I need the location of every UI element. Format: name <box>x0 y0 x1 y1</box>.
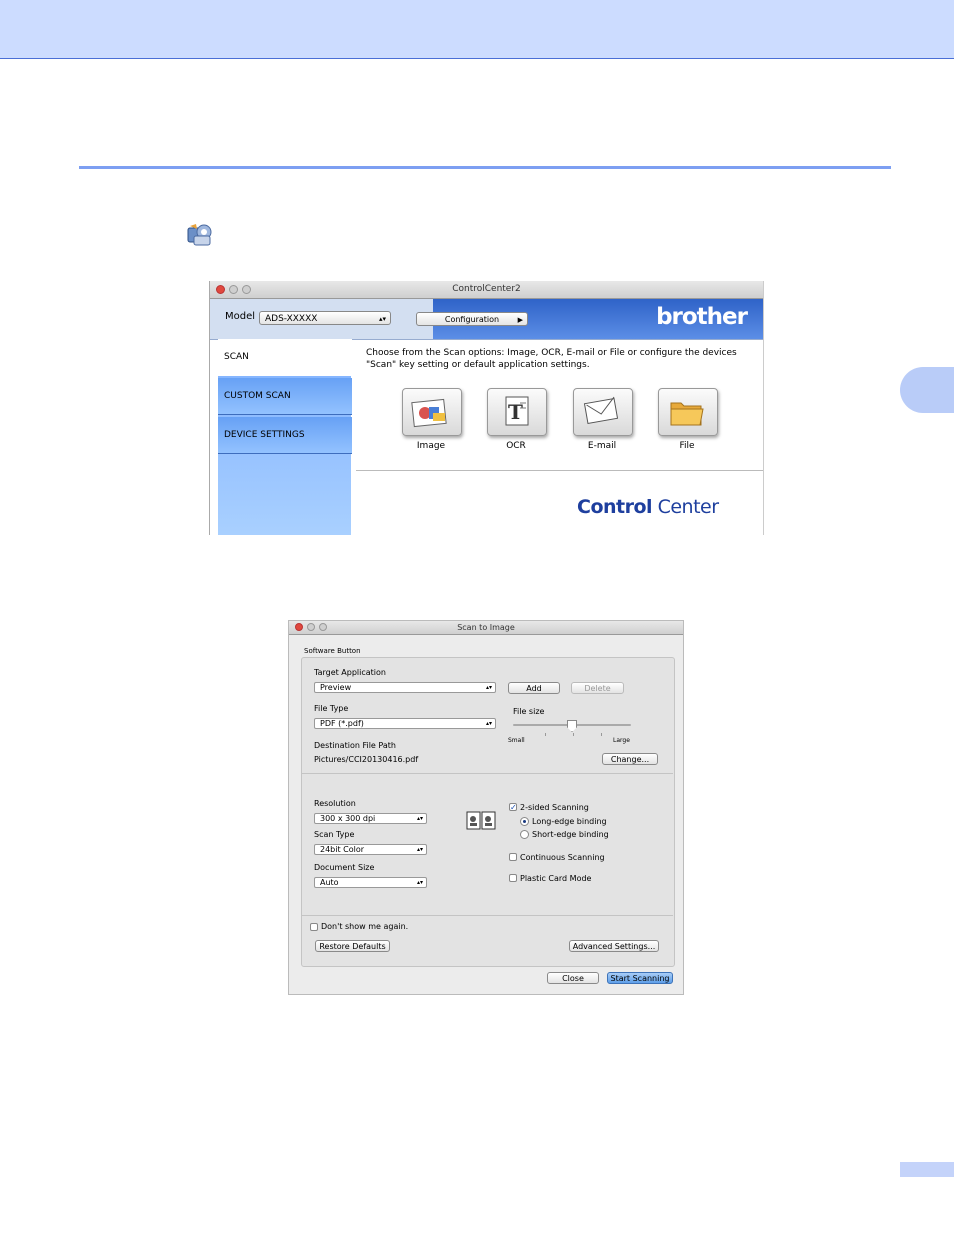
section-rule <box>79 166 891 169</box>
file-type-value: PDF (*.pdf) <box>320 719 364 728</box>
two-sided-label: 2-sided Scanning <box>520 803 589 812</box>
folder-icon <box>670 402 704 426</box>
add-button[interactable]: Add <box>508 682 560 694</box>
resolution-label: Resolution <box>314 799 356 808</box>
file-button[interactable] <box>658 388 718 436</box>
email-button[interactable] <box>573 388 633 436</box>
restore-defaults-button[interactable]: Restore Defaults <box>315 940 390 952</box>
file-size-label: File size <box>513 707 545 716</box>
target-app-label: Target Application <box>314 668 386 677</box>
logo-thin-text: Center <box>652 496 719 518</box>
email-label: E-mail <box>587 441 617 451</box>
svg-text:T: T <box>508 400 523 424</box>
continuous-label: Continuous Scanning <box>520 853 605 862</box>
envelope-icon <box>583 396 619 425</box>
file-size-small-label: Small <box>508 737 525 744</box>
model-label: Model <box>225 311 256 322</box>
two-sided-checkbox[interactable]: ✓ <box>509 803 517 812</box>
chapter-tab <box>900 367 954 413</box>
updown-icon: ▴▾ <box>485 720 492 727</box>
group-label: Software Button <box>304 647 361 655</box>
short-edge-label: Short-edge binding <box>532 830 609 839</box>
plastic-card-checkbox[interactable] <box>509 874 517 882</box>
dialog-titlebar: Scan to Image <box>289 621 683 635</box>
controlcenter-icon <box>187 224 212 246</box>
resolution-select[interactable]: 300 x 300 dpi ▴▾ <box>314 813 427 824</box>
duplex-pages-icon <box>466 811 496 830</box>
ocr-icon: T <box>505 396 529 426</box>
ocr-label: OCR <box>506 441 526 451</box>
scan-type-value: 24bit Color <box>320 845 365 854</box>
slider-tick <box>573 733 574 736</box>
close-dialog-button[interactable] <box>295 623 303 631</box>
zoom-dialog-button[interactable] <box>319 623 327 631</box>
zoom-window-button[interactable] <box>242 285 251 294</box>
window-titlebar: ControlCenter2 <box>210 281 763 299</box>
file-type-label: File Type <box>314 704 349 713</box>
scan-description: Choose from the Scan options: Image, OCR… <box>366 348 737 370</box>
long-edge-radio[interactable] <box>520 817 529 826</box>
controlcenter-window: ControlCenter2 Model ADS-XXXXX ▴▾ Configu… <box>209 281 764 535</box>
image-button[interactable] <box>402 388 462 436</box>
updown-icon: ▴▾ <box>416 815 423 822</box>
scan-type-select[interactable]: 24bit Color ▴▾ <box>314 844 427 855</box>
doc-size-label: Document Size <box>314 863 375 872</box>
model-select[interactable]: ADS-XXXXX ▴▾ <box>259 311 391 325</box>
doc-size-select[interactable]: Auto ▴▾ <box>314 877 427 888</box>
image-icon <box>411 398 447 428</box>
controlcenter-header: Model ADS-XXXXX ▴▾ Configuration ▶ brother <box>210 299 763 340</box>
play-arrow-icon: ▶ <box>517 316 523 324</box>
dont-show-checkbox[interactable] <box>310 923 318 931</box>
dont-show-label: Don't show me again. <box>321 922 409 931</box>
delete-button[interactable]: Delete <box>571 682 624 694</box>
minimize-window-button[interactable] <box>229 285 238 294</box>
configuration-label: Configuration <box>444 315 500 324</box>
dest-path-label: Destination File Path <box>314 741 396 750</box>
close-window-button[interactable] <box>216 285 225 294</box>
updown-icon: ▴▾ <box>416 879 423 886</box>
nav-scan[interactable]: SCAN <box>218 339 352 376</box>
doc-size-value: Auto <box>320 878 339 887</box>
updown-icon: ▴▾ <box>378 315 386 323</box>
group-divider <box>301 915 673 916</box>
continuous-checkbox[interactable] <box>509 853 517 861</box>
window-title: ControlCenter2 <box>452 284 521 294</box>
image-label: Image <box>416 441 446 451</box>
scan-type-label: Scan Type <box>314 830 355 839</box>
brother-logo: brother <box>656 304 748 330</box>
group-divider <box>301 773 673 774</box>
start-scanning-button[interactable]: Start Scanning <box>607 972 673 984</box>
minimize-dialog-button[interactable] <box>307 623 315 631</box>
target-app-value: Preview <box>320 683 352 692</box>
dialog-title: Scan to Image <box>457 623 515 632</box>
slider-tick <box>601 733 602 736</box>
advanced-settings-button[interactable]: Advanced Settings... <box>569 940 659 952</box>
ocr-button[interactable]: T <box>487 388 547 436</box>
file-size-large-label: Large <box>613 737 630 744</box>
configuration-button[interactable]: Configuration ▶ <box>416 312 528 326</box>
resolution-value: 300 x 300 dpi <box>320 814 376 823</box>
dest-path-value: Pictures/CCI20130416.pdf <box>314 755 419 764</box>
short-edge-radio[interactable] <box>520 830 529 839</box>
target-app-select[interactable]: Preview ▴▾ <box>314 682 496 693</box>
plastic-card-label: Plastic Card Mode <box>520 874 592 883</box>
control-center-logo: Control Center <box>577 496 719 518</box>
updown-icon: ▴▾ <box>485 684 492 691</box>
file-type-select[interactable]: PDF (*.pdf) ▴▾ <box>314 718 496 729</box>
updown-icon: ▴▾ <box>416 846 423 853</box>
file-label: File <box>679 441 695 451</box>
model-value: ADS-XXXXX <box>265 314 318 324</box>
nav-custom-scan[interactable]: CUSTOM SCAN <box>218 378 352 415</box>
long-edge-label: Long-edge binding <box>532 817 607 826</box>
page-header-band <box>0 0 954 59</box>
scan-to-image-dialog: Scan to Image Software Button Target App… <box>288 620 684 995</box>
close-button[interactable]: Close <box>547 972 599 984</box>
divider <box>356 470 763 471</box>
sidebar: SCAN CUSTOM SCAN DEVICE SETTINGS <box>218 339 352 535</box>
logo-bold-text: Control <box>577 496 653 518</box>
slider-tick <box>545 733 546 736</box>
change-button[interactable]: Change... <box>602 753 658 765</box>
page-number-bar <box>900 1162 954 1177</box>
nav-device-settings[interactable]: DEVICE SETTINGS <box>218 417 352 454</box>
